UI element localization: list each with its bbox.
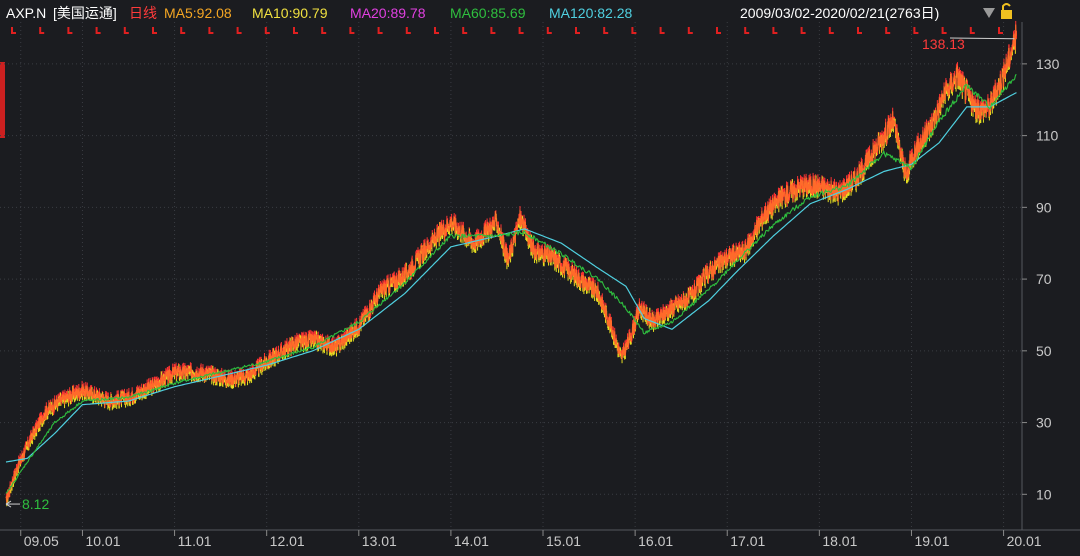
x-tick-label: 14.01 [454,533,489,549]
ma5-label: MA5:92.08 [164,5,232,21]
ma10-label: MA10:90.79 [252,5,328,21]
x-tick-label: 11.01 [178,533,212,549]
x-tick-label: 12.01 [270,533,305,549]
x-tick-label: 17.01 [730,533,765,549]
y-tick-label: 50 [1036,343,1052,359]
left-scroll-marker[interactable] [0,62,5,138]
x-tick-label: 19.01 [914,533,949,549]
ma20-label: MA20:89.78 [350,5,426,21]
x-tick-label: 20.01 [1007,533,1042,549]
y-tick-label: 90 [1036,199,1052,215]
x-tick-label: 16.01 [638,533,673,549]
ma60-label: MA60:85.69 [450,5,526,21]
company-name-label: [美国运通] [53,5,117,21]
min-price-label: 8.12 [22,496,49,512]
x-tick-label: 15.01 [546,533,581,549]
y-tick-label: 10 [1036,486,1052,502]
date-range-label[interactable]: 2009/03/02-2020/02/21(2763日) [740,5,939,21]
ma120-label: MA120:82.28 [549,5,632,21]
x-tick-label: 13.01 [362,533,397,549]
max-price-label: 138.13 [922,36,965,52]
y-tick-label: 110 [1036,128,1059,144]
price-chart[interactable]: AXP.N [美国运通] 日线 MA5:92.08 MA10:90.79 MA2… [0,0,1080,556]
x-tick-label: 10.01 [85,533,120,549]
x-tick-label: 09.05 [24,533,59,549]
y-tick-label: 130 [1036,56,1060,72]
y-tick-label: 70 [1036,271,1052,287]
chart-background [0,0,1080,556]
x-tick-label: 18.01 [822,533,857,549]
period-label[interactable]: 日线 [129,5,157,21]
y-tick-label: 30 [1036,415,1052,431]
symbol-label[interactable]: AXP.N [6,5,46,21]
